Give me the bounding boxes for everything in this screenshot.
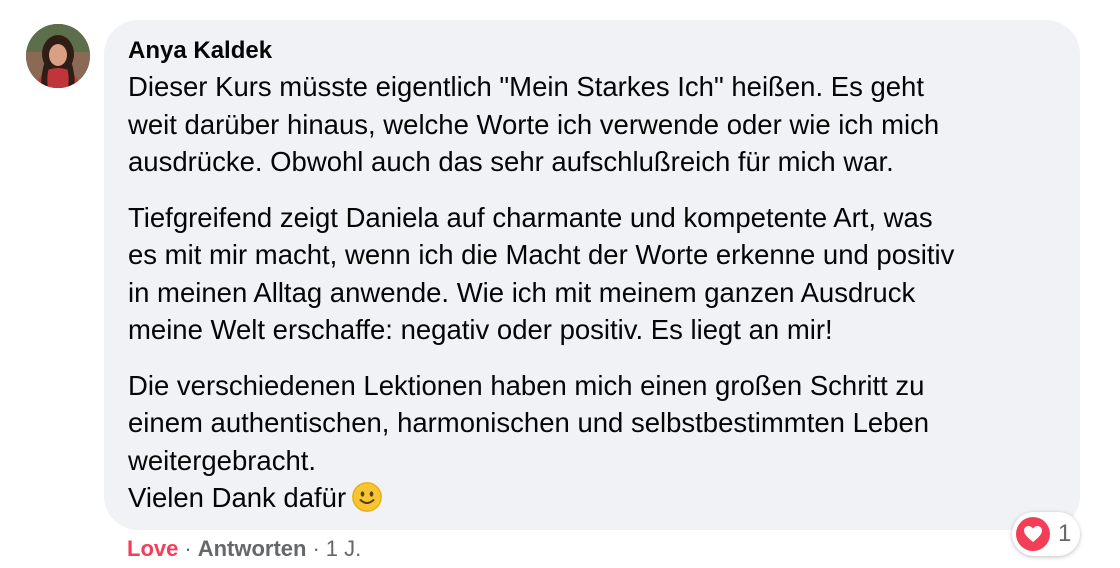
avatar[interactable] <box>26 24 90 88</box>
comment-author[interactable]: Anya Kaldek <box>128 38 1056 64</box>
reaction-summary[interactable]: 1 <box>1012 512 1080 556</box>
love-button[interactable]: Love <box>127 536 178 561</box>
comment-paragraph-2: Tiefgreifend zeigt Daniela auf charmante… <box>128 201 955 346</box>
comment-paragraph-1: Dieser Kurs müsste eigentlich "Mein Star… <box>128 71 940 177</box>
comment-actions: Love · Antworten · 1 J. <box>127 535 361 563</box>
comment-paragraph-3: Die verschiedenen Lektionen haben mich e… <box>128 367 1056 517</box>
separator: · <box>184 536 192 561</box>
comment-bubble: Anya Kaldek Dieser Kurs müsste eigentlic… <box>104 20 1080 530</box>
separator: · <box>312 536 320 561</box>
avatar-image <box>26 24 90 88</box>
comment-paragraph-3-text: Die verschiedenen Lektionen haben mich e… <box>128 369 930 514</box>
heart-icon <box>1016 517 1050 551</box>
slightly-smiling-face-icon <box>352 482 383 512</box>
reaction-count: 1 <box>1058 520 1072 547</box>
reply-button[interactable]: Antworten <box>198 536 307 561</box>
comment-timestamp[interactable]: 1 J. <box>326 536 361 561</box>
